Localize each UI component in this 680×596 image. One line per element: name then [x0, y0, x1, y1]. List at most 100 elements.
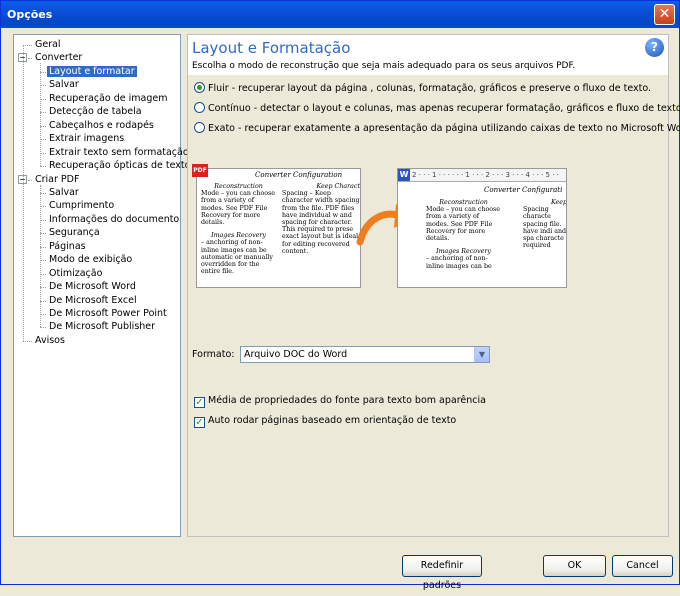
- sidebar-item-label: De Microsoft Word: [49, 281, 136, 293]
- pdf-preview-col2: Keep Charact Spacing – Keep character wi…: [282, 183, 360, 255]
- radio-exact-label: Exato - recuperar exatamente a apresenta…: [208, 123, 680, 134]
- checkbox-auto-rotate[interactable]: ✓ Auto rodar páginas baseado em orientaçã…: [194, 414, 456, 428]
- sidebar-item[interactable]: Informações do documento: [47, 213, 181, 226]
- tree-connector: [23, 45, 32, 46]
- sidebar-item-label: Cumprimento: [49, 200, 115, 212]
- tree-connector: [28, 58, 32, 60]
- header-band: Layout e Formatação Escolha o modo de re…: [188, 35, 668, 75]
- sidebar-item[interactable]: Detecção de tabela: [47, 105, 144, 118]
- sidebar-item[interactable]: Recuperação de imagem: [47, 92, 169, 105]
- sidebar-item-label: Detecção de tabela: [49, 106, 142, 118]
- title-bar[interactable]: Opções ✕: [1, 1, 679, 28]
- reset-defaults-button[interactable]: Redefinir padrões: [402, 555, 482, 591]
- word-col2-head: Keep: [550, 199, 567, 206]
- format-select-value: Arquivo DOC do Word: [244, 349, 348, 360]
- sidebar-item-label: Avisos: [35, 334, 65, 346]
- sidebar-item-label: Recuperação ópticas de texto: [49, 160, 191, 172]
- sidebar-item[interactable]: Salvar: [47, 186, 81, 199]
- sidebar-item-label: Cabeçalhos e rodapés: [49, 119, 154, 131]
- tree-connector: [40, 63, 41, 167]
- radio-flow-button[interactable]: [194, 82, 205, 93]
- checkbox-auto-rotate-box[interactable]: ✓: [194, 417, 205, 428]
- tree-connector: [40, 184, 41, 328]
- tree-connector: [40, 327, 46, 329]
- checkbox-font-average-label: Média de propriedades do fonte para text…: [208, 395, 486, 406]
- word-col1-head2: Images Recovery: [436, 248, 491, 256]
- sidebar-item-label: Extrair texto sem formatação: [49, 146, 189, 158]
- sidebar-item[interactable]: De Microsoft Excel: [47, 294, 139, 307]
- options-dialog: Opções ✕ Geral Converter − Layout e formata…: [0, 0, 680, 591]
- window-title: Opções: [7, 8, 53, 21]
- pdf-file-icon: PDF: [192, 164, 208, 177]
- conversion-preview: Converter Configuration Reconstruction M…: [188, 160, 668, 300]
- cancel-button[interactable]: Cancel: [612, 555, 673, 577]
- sidebar-item-label: De Microsoft Power Point: [49, 308, 167, 319]
- sidebar-item[interactable]: Páginas: [47, 240, 88, 253]
- pdf-preview-page: Converter Configuration Reconstruction M…: [196, 168, 361, 288]
- sidebar-item-label: Layout e formatar: [47, 65, 137, 77]
- page-subtitle: Escolha o modo de reconstrução que seja …: [192, 61, 576, 71]
- sidebar-item-label: Converter: [35, 52, 83, 64]
- word-preview-ruler: 2 · · · 1 · · · · · · 1 · · · 2 · · · 3 …: [398, 169, 566, 182]
- sidebar-item-label: Extrair imagens: [49, 133, 125, 145]
- sidebar-item-label: De Microsoft Publisher: [49, 321, 156, 333]
- word-col1-text2: – anchoring of non-inline images can be: [426, 255, 492, 270]
- sidebar-item[interactable]: Geral: [33, 38, 63, 51]
- pdf-preview-col1: Reconstruction Mode – you can choose fro…: [201, 183, 276, 275]
- tree-connector: [40, 166, 46, 168]
- sidebar-item[interactable]: Segurança: [47, 226, 102, 239]
- sidebar-item[interactable]: Avisos: [33, 334, 67, 347]
- radio-continuous-label: Contínuo - detectar o layout e colunas, …: [208, 103, 680, 114]
- sidebar-item-label: Salvar: [49, 186, 79, 198]
- pdf-col1-text2: – anchoring of non-inline images can be …: [201, 239, 273, 276]
- sidebar-item[interactable]: Extrair imagens: [47, 132, 126, 145]
- sidebar-item[interactable]: Modo de exibição: [47, 253, 134, 266]
- pdf-col1-head2: Images Recovery: [211, 232, 266, 240]
- settings-area: Fluir - recuperar layout da página , col…: [188, 75, 680, 536]
- pdf-col1-text: Mode – you can choose from a variety of …: [201, 190, 276, 227]
- radio-continuous[interactable]: Contínuo - detectar o layout e colunas, …: [194, 102, 680, 116]
- sidebar-item-label: Segurança: [49, 227, 100, 239]
- word-preview-page: 2 · · · 1 · · · · · · 1 · · · 2 · · · 3 …: [397, 168, 567, 288]
- sidebar-item-label: Geral: [35, 39, 61, 50]
- sidebar-item[interactable]: Salvar: [47, 78, 81, 91]
- sidebar-item-label: Salvar: [49, 79, 79, 91]
- tree-connector: [23, 340, 32, 342]
- radio-continuous-button[interactable]: [194, 102, 205, 113]
- sidebar-item[interactable]: Otimização: [47, 267, 104, 280]
- word-col1-head: Reconstruction: [439, 199, 488, 206]
- radio-flow-label: Fluir - recuperar layout da página , col…: [208, 83, 652, 94]
- word-file-icon: W: [398, 169, 410, 181]
- sidebar-item[interactable]: De Microsoft Word: [47, 280, 138, 293]
- sidebar-item[interactable]: De Microsoft Publisher: [47, 320, 157, 333]
- sidebar-item-label: Recuperação de imagem: [49, 92, 168, 104]
- checkbox-font-average[interactable]: ✓ Média de propriedades do fonte para tex…: [194, 394, 486, 408]
- format-label: Formato:: [192, 349, 235, 360]
- sidebar-item[interactable]: Recuperação ópticas de texto: [47, 159, 192, 172]
- pdf-preview-title: Converter Configuration: [255, 171, 343, 179]
- ok-button[interactable]: OK: [543, 555, 606, 577]
- tree-connector: [28, 179, 32, 181]
- radio-flow[interactable]: Fluir - recuperar layout da página , col…: [194, 82, 651, 96]
- close-button[interactable]: ✕: [654, 4, 675, 25]
- tree-connector: [23, 45, 24, 341]
- sidebar-item-label: Criar PDF: [35, 173, 80, 185]
- word-preview-col1: Reconstruction Mode – you can choose fro…: [426, 199, 501, 270]
- sidebar-item[interactable]: Layout e formatar: [47, 65, 137, 78]
- radio-exact[interactable]: Exato - recuperar exatamente a apresenta…: [194, 122, 680, 136]
- word-col2-text: Spacing characte spacing file. have indi…: [523, 206, 567, 250]
- sidebar-item[interactable]: De Microsoft Power Point: [47, 307, 169, 320]
- radio-exact-button[interactable]: [194, 122, 205, 133]
- sidebar-item[interactable]: Extrair texto sem formatação: [47, 146, 191, 159]
- checkbox-font-average-box[interactable]: ✓: [194, 397, 205, 408]
- pdf-col2-head: Keep Charact: [316, 183, 360, 190]
- format-select[interactable]: Arquivo DOC do Word ▼: [240, 346, 490, 363]
- word-preview-col2: Keep Spacing characte spacing file. have…: [523, 199, 567, 250]
- sidebar-item-label: De Microsoft Excel: [49, 294, 137, 306]
- sidebar-item[interactable]: Cabeçalhos e rodapés: [47, 119, 156, 132]
- chevron-down-icon[interactable]: ▼: [474, 347, 489, 362]
- sidebar-item-label: Otimização: [49, 267, 103, 279]
- help-icon[interactable]: ?: [645, 38, 664, 57]
- sidebar-item[interactable]: Cumprimento: [47, 199, 116, 212]
- options-tree[interactable]: Geral Converter − Layout e formatar Salvar Re…: [13, 34, 190, 537]
